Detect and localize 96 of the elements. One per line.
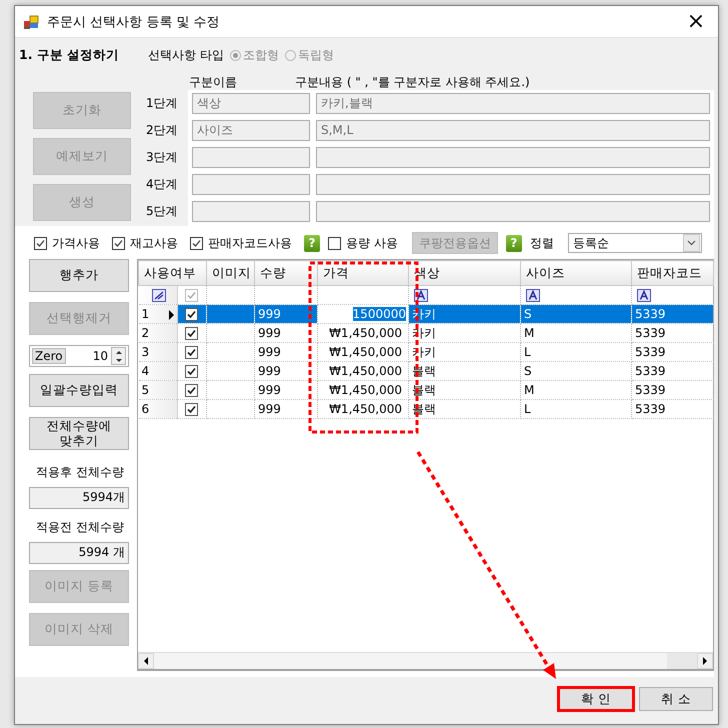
row-header[interactable]: 4 xyxy=(138,362,178,380)
use-checkbox[interactable] xyxy=(185,308,198,320)
row-header[interactable]: 1 xyxy=(138,304,178,324)
stage-label: 3단계 xyxy=(146,149,179,166)
name-field[interactable] xyxy=(192,201,310,222)
table-cell: 5339 xyxy=(632,304,714,324)
table-cell: 999 xyxy=(254,342,318,362)
table-cell: 999 xyxy=(254,304,318,324)
use-checkbox[interactable] xyxy=(185,384,198,396)
name-field[interactable] xyxy=(192,174,310,195)
table-cell: 5339 xyxy=(632,324,714,342)
action-button[interactable]: 일괄수량입력 xyxy=(29,374,129,407)
filter-icon[interactable] xyxy=(152,288,166,302)
checkbox[interactable] xyxy=(34,236,47,250)
type-label: 선택사항 타입 xyxy=(148,46,224,64)
use-checkbox[interactable] xyxy=(185,402,198,416)
table-cell: M xyxy=(520,324,632,342)
name-field[interactable]: 사이즈 xyxy=(192,120,310,141)
total-label: 적용전 전체수량 xyxy=(35,519,125,536)
table-cell: ₩1,450,000 xyxy=(318,342,408,362)
action-button[interactable]: 전체수량에 맞추기 xyxy=(29,417,129,450)
name-field[interactable] xyxy=(192,147,310,168)
column-header[interactable]: 사이즈 xyxy=(520,260,632,286)
table-cell: S xyxy=(520,362,632,380)
text-filter-icon[interactable] xyxy=(526,288,540,302)
number-spinner[interactable]: Zero 10 xyxy=(29,345,129,367)
table-cell: ₩1,450,000 xyxy=(318,400,408,418)
horizontal-scrollbar[interactable] xyxy=(138,652,713,669)
total-label: 적용후 전체수량 xyxy=(35,464,125,481)
table-cell: L xyxy=(520,342,632,362)
radio-label: 조합형 xyxy=(242,46,279,64)
content-field[interactable] xyxy=(316,201,710,222)
checkbox-label: 재고사용 xyxy=(130,234,178,252)
table-cell: 999 xyxy=(254,324,318,342)
sort-label: 정렬 xyxy=(530,234,554,252)
column-header[interactable]: 이미지 xyxy=(206,260,254,286)
row-header[interactable]: 3 xyxy=(138,342,178,362)
table-cell: 5339 xyxy=(632,342,714,362)
total-field: 5994개 xyxy=(29,487,129,509)
spin-arrows-icon[interactable] xyxy=(111,347,126,365)
stage-label: 1단계 xyxy=(146,95,179,112)
table-cell: 999 xyxy=(254,400,318,418)
checkbox[interactable] xyxy=(190,236,203,250)
use-checkbox[interactable] xyxy=(185,364,198,378)
table-cell: 999 xyxy=(254,362,318,380)
table-cell: ₩1,450,000 xyxy=(318,324,408,342)
column-heading: 구분이름 xyxy=(189,74,238,88)
close-button[interactable]: × xyxy=(674,6,718,37)
action-button[interactable]: 행추가 xyxy=(29,259,129,292)
table-cell: 999 xyxy=(254,380,318,400)
stage-label: 5단계 xyxy=(146,203,179,220)
content-field[interactable] xyxy=(316,174,710,195)
text-filter-icon[interactable] xyxy=(637,288,651,302)
chevron-down-icon xyxy=(686,240,696,246)
table-cell: ₩1,450,000 xyxy=(318,362,408,380)
column-header[interactable]: 가격 xyxy=(318,260,408,286)
checkbox[interactable] xyxy=(328,236,341,250)
table-cell: ₩1,450,000 xyxy=(318,380,408,400)
text-filter-icon[interactable] xyxy=(414,288,428,302)
table-cell: 5339 xyxy=(632,380,714,400)
table-cell: 5339 xyxy=(632,362,714,380)
ok-button[interactable]: 확 인 xyxy=(557,686,635,712)
sort-dropdown[interactable]: 등록순 xyxy=(568,233,702,253)
use-checkbox[interactable] xyxy=(185,346,198,358)
column-heading: 구분내용 ( " , "를 구분자로 사용해 주세요.) xyxy=(295,74,530,88)
radio-label: 독립형 xyxy=(298,46,334,64)
content-field[interactable] xyxy=(316,147,710,168)
stage-label: 2단계 xyxy=(146,122,179,139)
section-title: 1. 구분 설정하기 xyxy=(19,46,120,64)
zero-button[interactable]: Zero xyxy=(32,348,66,364)
spinner-value: 10 xyxy=(92,349,108,363)
column-header[interactable]: 판매자코드 xyxy=(632,260,714,286)
window-title: 주문시 선택사항 등록 및 수정 xyxy=(47,14,221,30)
app-icon xyxy=(23,14,39,30)
price-input[interactable]: 1500000 xyxy=(318,304,408,324)
content-field[interactable]: S,M,L xyxy=(316,120,710,141)
checkbox-label: 판매자코드사용 xyxy=(208,234,292,252)
stage-label: 4단계 xyxy=(146,176,179,193)
table-cell: L xyxy=(520,400,632,418)
column-header[interactable]: 사용여부 xyxy=(138,260,206,286)
total-field: 5994 개 xyxy=(29,542,129,564)
checkbox-label: 가격사용 xyxy=(52,234,100,252)
check-filter-icon[interactable] xyxy=(185,288,198,302)
table-cell: S xyxy=(520,304,632,324)
row-header[interactable]: 5 xyxy=(138,380,178,400)
name-field[interactable]: 색상 xyxy=(192,93,310,114)
table-cell: 5339 xyxy=(632,400,714,418)
checkbox-label: 용량 사용 xyxy=(346,234,398,252)
column-header[interactable]: 수량 xyxy=(254,260,318,286)
row-header[interactable]: 6 xyxy=(138,400,178,418)
content-field[interactable]: 카키,블랙 xyxy=(316,93,710,114)
checkbox[interactable] xyxy=(112,236,125,250)
cancel-button[interactable]: 취 소 xyxy=(639,687,713,711)
table-cell: M xyxy=(520,380,632,400)
use-checkbox[interactable] xyxy=(185,326,198,340)
row-header[interactable]: 2 xyxy=(138,324,178,342)
